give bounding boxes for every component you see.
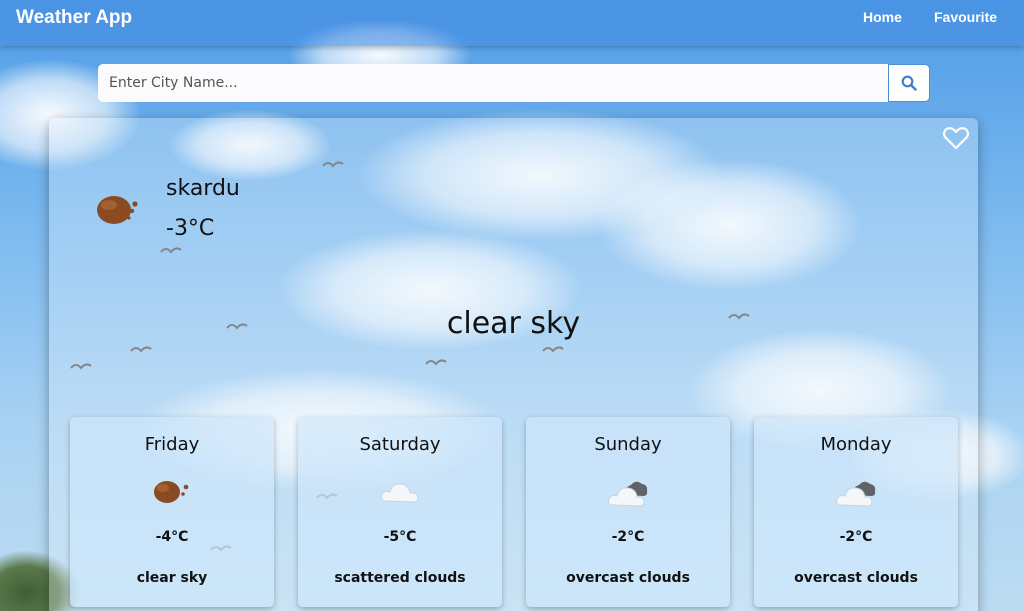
- clear-sky-icon: [154, 481, 189, 503]
- search-input[interactable]: [98, 64, 888, 102]
- scattered-clouds-icon: [381, 483, 419, 503]
- forecast-card-monday[interactable]: Monday -2°C overcast clouds: [754, 417, 958, 607]
- search-bar: [98, 64, 930, 102]
- nav-link-home[interactable]: Home: [863, 9, 902, 25]
- forecast-desc: overcast clouds: [794, 570, 918, 586]
- navbar: Weather App Home Favourite: [0, 0, 1024, 46]
- forecast-desc: clear sky: [136, 570, 208, 586]
- forecast-card-saturday[interactable]: Saturday -5°C scattered clouds: [298, 417, 502, 607]
- forecast-temp: -4°C: [155, 529, 189, 545]
- forecast-card-sunday[interactable]: Sunday -2°C overcast clouds: [526, 417, 730, 607]
- weather-card: skardu -3°C clear sky Friday -4°C clear …: [49, 118, 978, 611]
- app-brand[interactable]: Weather App: [16, 7, 132, 29]
- forecast-day: Sunday: [594, 434, 662, 455]
- overcast-clouds-icon: [608, 481, 648, 507]
- forecast-card-friday[interactable]: Friday -4°C clear sky: [70, 417, 274, 607]
- forecast-desc: scattered clouds: [334, 570, 466, 586]
- forecast-temp: -5°C: [383, 529, 417, 545]
- search-button[interactable]: [888, 64, 930, 102]
- search-icon: [901, 75, 917, 91]
- forecast-day: Friday: [144, 434, 200, 455]
- current-temperature: -3°C: [166, 216, 215, 241]
- heart-icon[interactable]: [942, 125, 970, 151]
- forecast-temp: -2°C: [611, 529, 645, 545]
- nav-link-favourite[interactable]: Favourite: [934, 9, 997, 25]
- forecast-day: Monday: [820, 434, 892, 455]
- forecast-temp: -2°C: [839, 529, 873, 545]
- city-name: skardu: [166, 176, 240, 201]
- overcast-clouds-icon: [836, 481, 876, 507]
- clear-sky-icon: [97, 196, 138, 224]
- weather-description: clear sky: [446, 306, 581, 341]
- forecast-desc: overcast clouds: [566, 570, 690, 586]
- forecast-day: Saturday: [359, 434, 441, 455]
